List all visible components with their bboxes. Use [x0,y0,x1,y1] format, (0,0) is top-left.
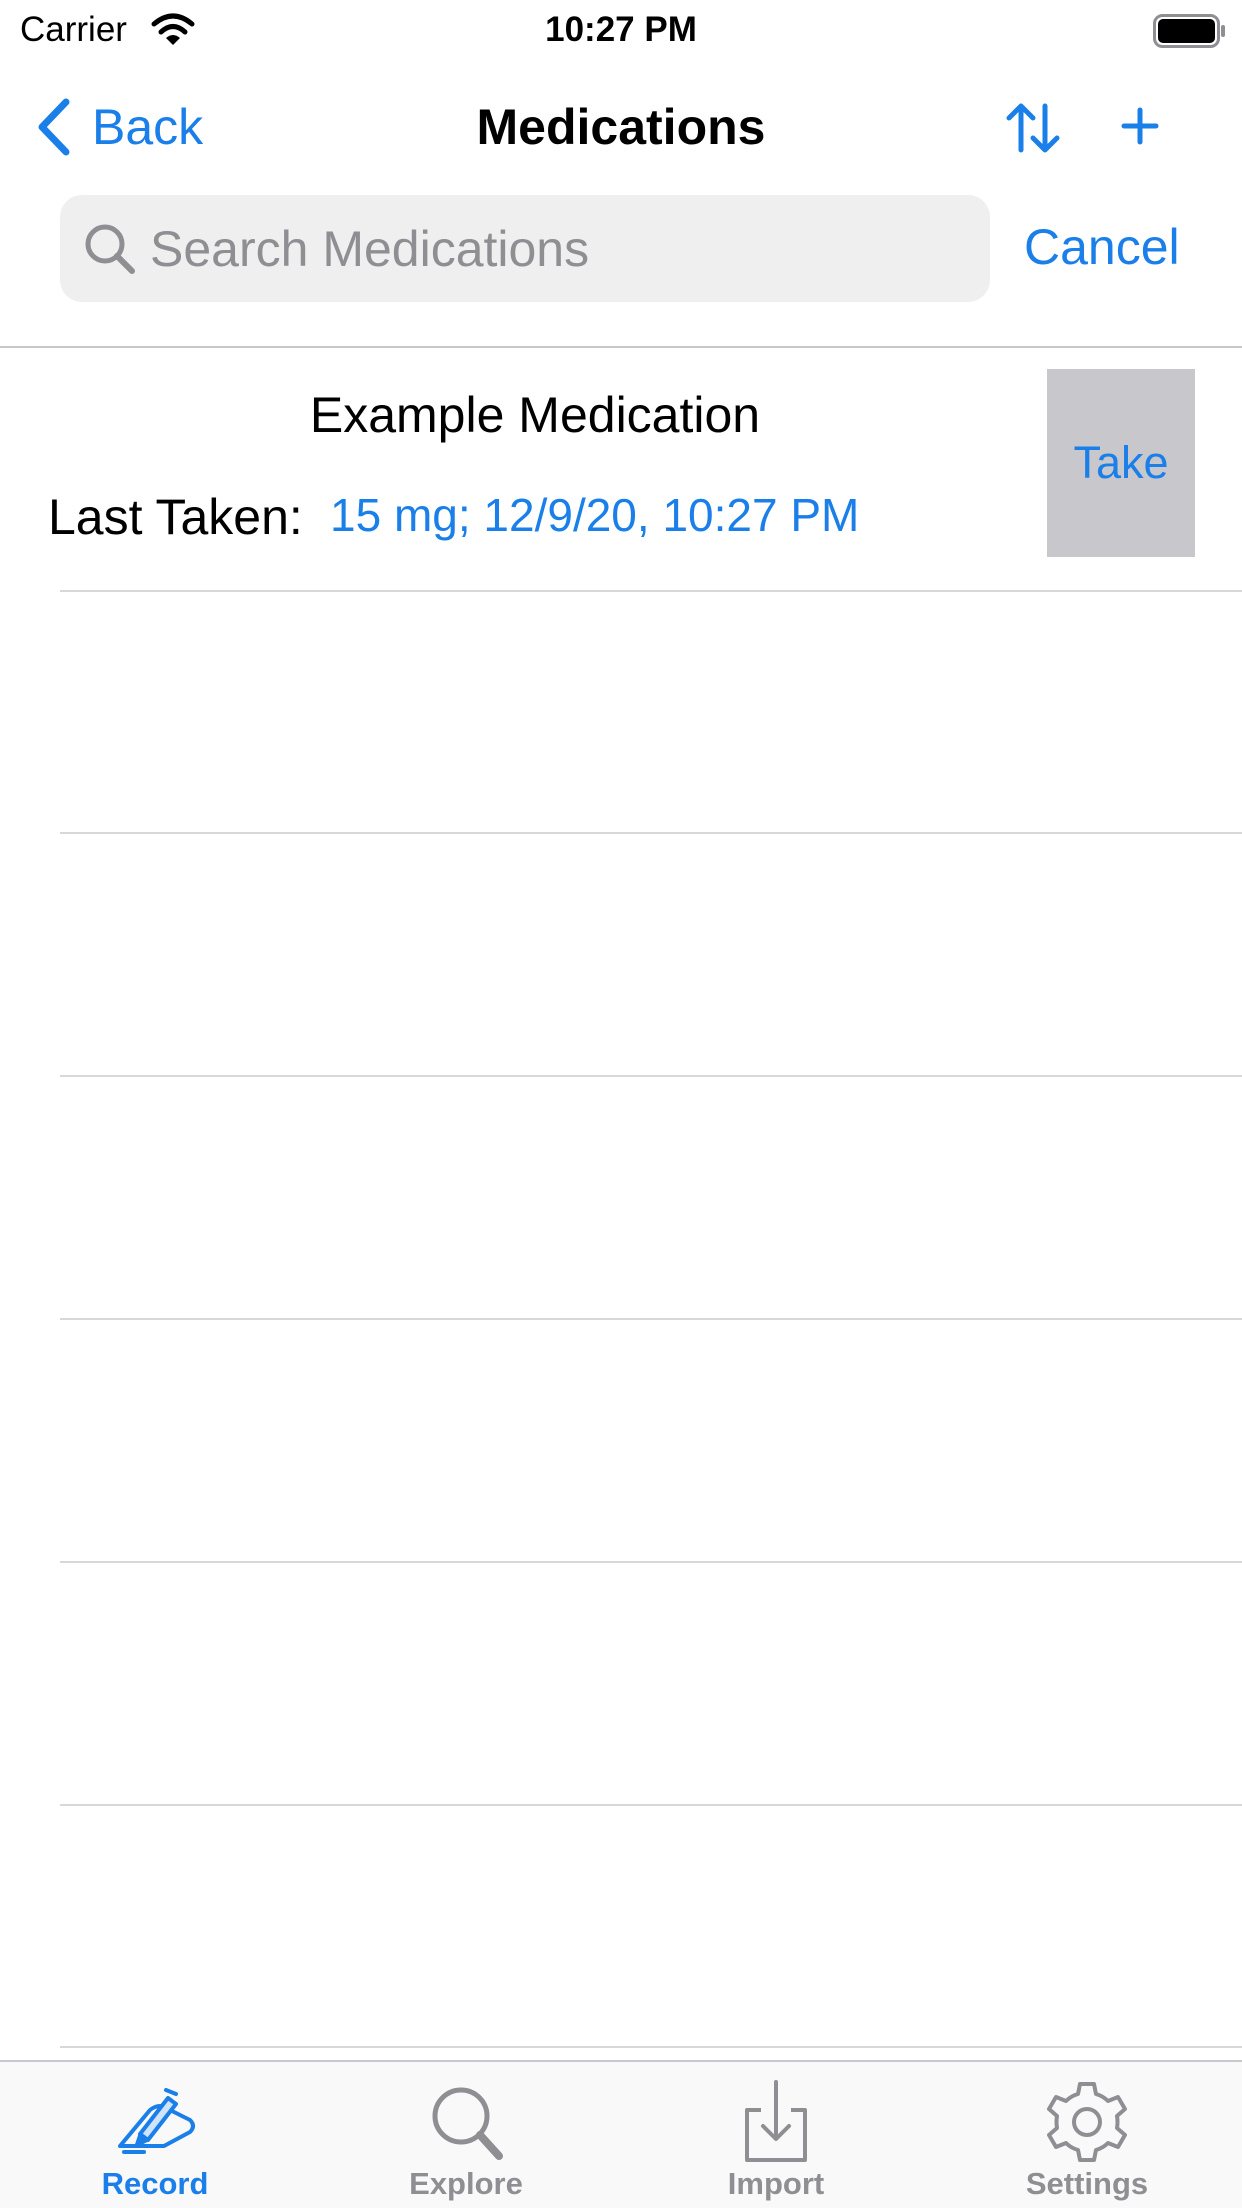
battery-icon [1153,14,1225,48]
take-button[interactable]: Take [1047,369,1195,557]
pencil-hand-icon [118,2088,195,2154]
search-input[interactable] [150,195,970,302]
tab-explore[interactable]: Explore [366,2074,566,2204]
search-field[interactable] [60,195,990,302]
row-separator [60,1804,1242,1806]
row-separator [60,832,1242,834]
medication-name: Example Medication [309,387,761,443]
row-separator [60,2046,1242,2048]
cancel-button[interactable]: Cancel [1024,218,1180,276]
sort-arrows-icon[interactable] [1003,98,1063,158]
tab-import[interactable]: Import [676,2074,876,2204]
row-separator [60,1075,1242,1077]
status-time: 10:27 PM [545,10,697,49]
tab-record[interactable]: Record [55,2074,255,2204]
tab-label: Record [101,2166,209,2201]
row-separator [60,590,1242,592]
status-bar: Carrier 10:27 PM [0,0,1242,62]
magnifier-icon [432,2087,503,2160]
tab-label: Import [727,2166,825,2201]
search-icon [85,224,135,274]
medication-row[interactable]: Example Medication Last Taken: 15 mg; 12… [0,348,1242,590]
navigation-bar: Back Medications [0,70,1242,185]
row-separator [60,1318,1242,1320]
tab-bar: Record Explore Import Settings [0,2060,1242,2208]
medications-screen: Carrier 10:27 PM Back Medications Search… [0,0,1242,2208]
tab-label: Explore [409,2166,523,2201]
tab-label: Settings [1025,2166,1149,2201]
add-icon[interactable] [1116,102,1164,150]
last-taken-value[interactable]: 15 mg; 12/9/20, 10:27 PM [330,488,859,542]
gear-icon [1047,2082,1127,2162]
import-tray-icon [745,2080,807,2162]
row-separator [60,1561,1242,1563]
tab-settings[interactable]: Settings [987,2074,1187,2204]
last-taken-label: Last Taken: [48,489,303,545]
